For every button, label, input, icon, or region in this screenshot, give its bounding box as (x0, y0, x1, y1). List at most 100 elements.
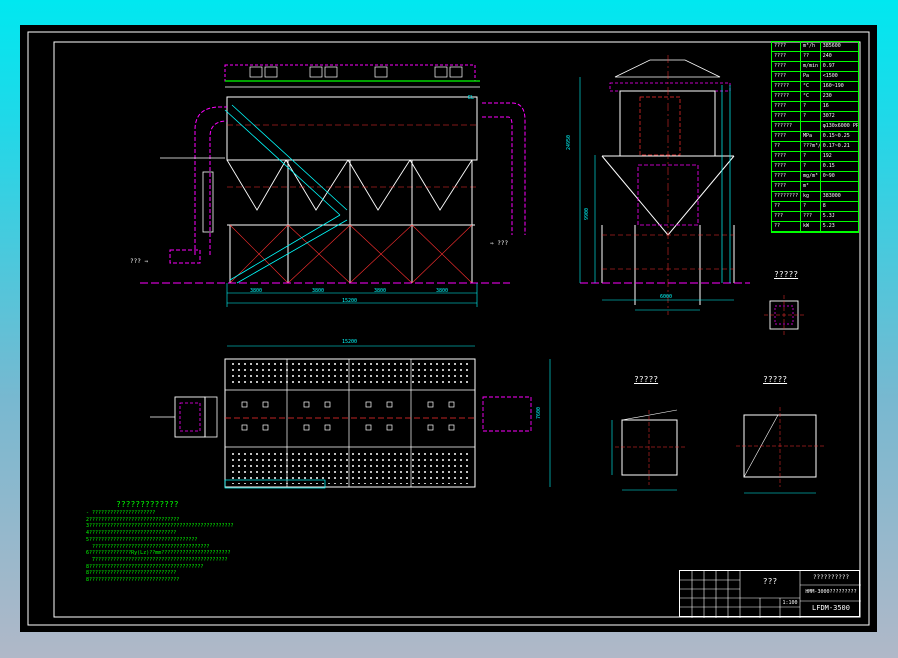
spec-cell: ???? (772, 172, 801, 181)
detail-small (764, 295, 804, 337)
spec-cell: 383000 (822, 193, 841, 199)
note-line: - ????????????????????? (86, 510, 156, 516)
spec-row: ???? mg/m³ 0~90 (772, 172, 858, 182)
spec-cell: m³/h (801, 42, 821, 51)
spec-cell: ? (801, 102, 821, 111)
spec-cell: 0~90 (822, 173, 835, 179)
svg-text:24950: 24950 (566, 135, 572, 150)
technical-notes: ????????????? - ????????????????????? 2??… (86, 499, 336, 584)
spec-cell: 8 (822, 203, 826, 209)
spec-cell (821, 182, 858, 191)
spec-cell: 16 (822, 103, 829, 109)
spec-cell: ???m³/? (801, 142, 821, 151)
notes-title: ????????????? (116, 500, 179, 509)
spec-row: ?????? φ130x6000 PPS (772, 122, 858, 132)
spec-row: ????? 0.15 (772, 162, 858, 172)
svg-text:15200: 15200 (342, 298, 357, 304)
spec-cell: MPa (801, 132, 821, 141)
marker-label: ⇒ ??? (490, 240, 508, 247)
note-line: 6??????????????Ry(Lz)??mm???????????????… (86, 550, 231, 557)
spec-cell: kg (801, 192, 821, 201)
spec-row: ???? m³/h 385600 (772, 42, 858, 52)
spec-cell: ???? (772, 102, 801, 111)
note-line: 8?????????????????????????????? (86, 577, 180, 584)
note-line: ??????????????????????????????????????? (86, 543, 210, 550)
spec-cell: ? (801, 162, 821, 171)
note-line: 2?????????????????????????????? (86, 516, 180, 523)
spec-row: ???????? kg 383000 (772, 192, 858, 202)
front-elevation-view: EL 3800 3800 3800 3800 15200 ??? ⇒ ⇒ ??? (130, 64, 526, 307)
spec-cell: ??? (772, 212, 801, 221)
spec-cell: ?? (772, 202, 801, 211)
cad-drawing-viewport[interactable]: EL 3800 3800 3800 3800 15200 ??? ⇒ ⇒ ??? (20, 25, 877, 632)
spec-cell: φ130x6000 PPS (822, 123, 858, 129)
spec-cell: ???? (772, 52, 801, 61)
spec-cell: ? (801, 152, 821, 161)
spec-cell: ?? (772, 142, 801, 151)
spec-cell: ????? (772, 92, 801, 101)
spec-row: ?????? 240 (772, 52, 858, 62)
spec-cell: °C (801, 82, 821, 91)
spec-row: ???? m² (772, 182, 858, 192)
svg-text:3800: 3800 (312, 288, 324, 294)
title-drawing-number: LFDM-3500 (812, 604, 850, 612)
spec-cell: Pa (801, 72, 821, 81)
spec-cell: 0.17~0.21 (822, 143, 850, 149)
spec-cell: ???? (772, 132, 801, 141)
spec-cell: ???? (772, 62, 801, 71)
spec-cell: 160~190 (822, 83, 844, 89)
note-line: 8????????????????????????????? (86, 570, 177, 577)
spec-row: ?????m³/?0.17~0.21 (772, 142, 858, 152)
spec-cell: ???? (772, 72, 801, 81)
spec-row: ?????? 5.3J (772, 212, 858, 222)
spec-cell: m/min (801, 62, 821, 71)
note-line: 4????????????????????????????? (86, 530, 177, 537)
svg-text:EL: EL (468, 95, 474, 101)
detail-label-left: ????? (634, 375, 659, 384)
note-line: 3???????????????????????????????????????… (86, 523, 234, 530)
svg-text:3800: 3800 (436, 288, 448, 294)
spec-cell: ???? (772, 152, 801, 161)
spec-cell: °C (801, 92, 821, 101)
spec-cell: ? (801, 202, 821, 211)
spec-table: ???? m³/h 385600?????? 240???? m/min 0.97????… (771, 41, 859, 233)
spec-cell: 0.15 (822, 163, 835, 169)
spec-cell: ? (801, 112, 821, 121)
spec-cell: ???? (772, 182, 801, 191)
spec-row: ????? 16 (772, 102, 858, 112)
spec-cell: 3072 (822, 113, 835, 119)
svg-text:7600: 7600 (536, 407, 542, 419)
spec-row: ????? °C 230 (772, 92, 858, 102)
spec-cell (801, 122, 821, 131)
spec-cell: mg/m³ (801, 172, 821, 181)
spec-cell: 5.3J (822, 213, 835, 219)
svg-text:3800: 3800 (250, 288, 262, 294)
detail-label-small: ????? (774, 270, 799, 279)
detail-left (611, 409, 685, 491)
title-scale: 1:100 (782, 600, 798, 606)
spec-cell: 230 (822, 93, 832, 99)
spec-cell: <1500 (822, 73, 838, 79)
note-line: 5???????????????????????????????????? (86, 536, 198, 543)
spec-row: ????? 3072 (772, 112, 858, 122)
title-block: ??? ?????????? HMM-3000????????? LFDM-35… (679, 570, 861, 618)
plan-view: 15200 7600 (150, 339, 551, 489)
spec-cell: 240 (822, 53, 832, 59)
inlet-label: ??? ⇒ (130, 258, 148, 265)
spec-row: ???? MPa 0.15~0.25 (772, 132, 858, 142)
spec-row: ?? kW 5.23 (772, 222, 858, 232)
spec-cell: 5.23 (822, 223, 835, 229)
spec-cell: ?? (772, 222, 801, 231)
svg-text:9900: 9900 (584, 208, 590, 220)
note-line: 7???????????????????????????????????????… (86, 556, 228, 563)
spec-cell: ????? (772, 82, 801, 91)
spec-cell: m² (801, 182, 821, 191)
spec-row: ???? m/min 0.97 (772, 62, 858, 72)
spec-cell: 385600 (822, 43, 841, 49)
title-part-name: ??? (762, 577, 778, 586)
spec-cell: ???? (772, 162, 801, 171)
spec-cell: ???? (772, 42, 801, 51)
spec-cell: 0.97 (822, 63, 835, 69)
detail-right (736, 407, 824, 494)
spec-cell: ??? (801, 212, 821, 221)
